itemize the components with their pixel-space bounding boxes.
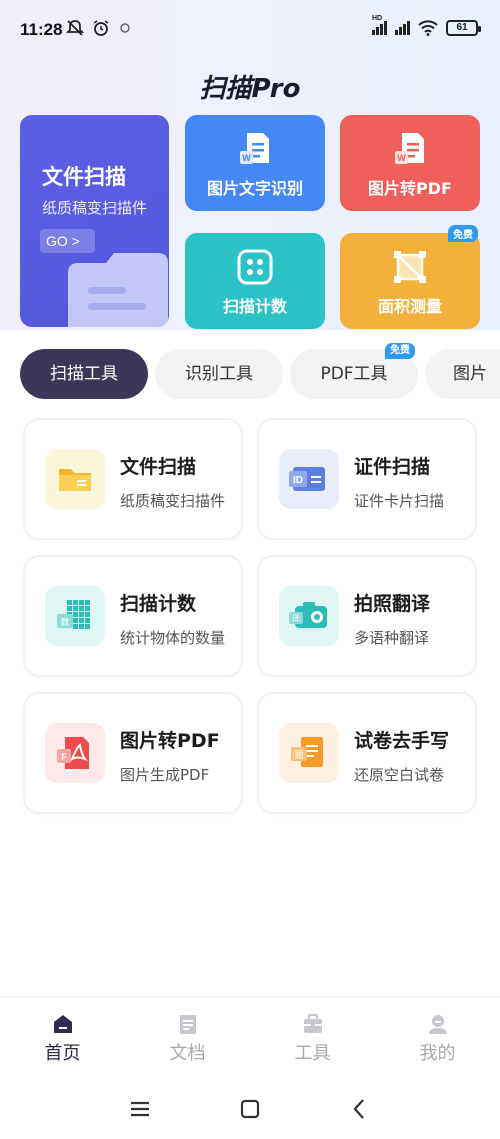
tile-scan-count[interactable]: 扫描计数 bbox=[185, 233, 325, 329]
home-square-icon[interactable] bbox=[237, 1096, 263, 1122]
hero-card-subtitle: 纸质稿变扫描件 bbox=[42, 199, 148, 217]
tool-card-image-to-pdf[interactable]: F 图片转PDF 图片生成PDF bbox=[25, 694, 241, 812]
svg-text:数: 数 bbox=[60, 616, 69, 628]
tab-scan-tools[interactable]: 扫描工具 bbox=[20, 349, 148, 399]
exam-icon: 题 bbox=[279, 723, 339, 783]
hero-card-title: 文件扫描 bbox=[42, 165, 126, 189]
wifi-icon bbox=[418, 20, 438, 36]
nav-label: 工具 bbox=[294, 1043, 331, 1064]
tool-title: 拍照翻译 bbox=[354, 593, 431, 615]
svg-text:题: 题 bbox=[294, 750, 303, 761]
nav-label: 首页 bbox=[44, 1043, 81, 1064]
signal-icon bbox=[395, 21, 410, 35]
tool-subtitle: 统计物体的数量 bbox=[120, 629, 226, 647]
bottom-navigation: 首页 文档 工具 我的 bbox=[0, 996, 500, 1076]
document-icon bbox=[179, 1015, 196, 1034]
tool-subtitle: 纸质稿变扫描件 bbox=[120, 492, 226, 510]
tool-card-id-scan[interactable]: ID 证件扫描 证件卡片扫描 bbox=[259, 420, 475, 538]
tool-card-document-scan[interactable]: 文件扫描 纸质稿变扫描件 bbox=[25, 420, 241, 538]
id-card-icon: ID bbox=[279, 449, 339, 509]
pdf-tab-free-badge: 免费 bbox=[385, 343, 415, 359]
tile-area-measure[interactable]: 免费 面积测量 bbox=[340, 225, 480, 329]
status-notification-icons bbox=[66, 19, 132, 37]
user-icon bbox=[428, 1015, 447, 1034]
nav-item-tools[interactable]: 工具 bbox=[250, 997, 375, 1073]
area-measure-icon bbox=[394, 251, 426, 283]
app-title: 扫描Pro bbox=[199, 74, 301, 104]
back-icon[interactable] bbox=[347, 1096, 373, 1122]
folder-icon bbox=[45, 449, 105, 509]
bell-off-icon bbox=[66, 20, 84, 36]
tab-recognition-tools[interactable]: 识别工具 bbox=[155, 349, 283, 399]
tool-title: 证件扫描 bbox=[354, 456, 431, 478]
status-system-icons: HD 61 bbox=[372, 15, 481, 36]
tool-subtitle: 图片生成PDF bbox=[120, 766, 210, 784]
free-badge: 免费 bbox=[448, 225, 478, 242]
svg-text:W: W bbox=[397, 153, 406, 163]
tool-card-photo-translate[interactable]: 译 拍照翻译 多语种翻译 bbox=[259, 557, 475, 675]
toolbox-icon bbox=[303, 1014, 322, 1033]
alarm-icon bbox=[93, 20, 109, 36]
tool-title: 文件扫描 bbox=[120, 456, 197, 478]
tool-title: 试卷去手写 bbox=[354, 730, 450, 752]
home-icon bbox=[53, 1015, 72, 1033]
scan-frame-icon bbox=[237, 249, 273, 285]
nav-item-profile[interactable]: 我的 bbox=[375, 997, 500, 1073]
tile-label: 图片转PDF bbox=[368, 179, 452, 198]
tool-subtitle: 证件卡片扫描 bbox=[354, 492, 445, 510]
tool-title: 扫描计数 bbox=[120, 593, 197, 615]
tool-subtitle: 还原空白试卷 bbox=[354, 766, 445, 784]
svg-text:译: 译 bbox=[292, 614, 300, 623]
nav-item-home[interactable]: 首页 bbox=[0, 997, 125, 1073]
status-time: 11:28 bbox=[20, 20, 63, 39]
tile-image-ocr[interactable]: W 图片文字识别 bbox=[185, 115, 325, 211]
tile-image-to-pdf[interactable]: W 图片转PDF bbox=[340, 115, 480, 211]
tool-subtitle: 多语种翻译 bbox=[354, 629, 430, 647]
signal-hd-icon: HD bbox=[372, 15, 387, 35]
camera-translate-icon: 译 bbox=[279, 586, 339, 646]
tool-card-exam-cleanup[interactable]: 题 试卷去手写 还原空白试卷 bbox=[259, 694, 475, 812]
status-bar: 11:28 HD 61 bbox=[0, 0, 500, 62]
app-notification-icon bbox=[120, 23, 130, 33]
pdf-document-icon: W bbox=[395, 133, 424, 164]
nav-label: 文档 bbox=[169, 1043, 206, 1064]
folder-illustration-icon bbox=[68, 253, 168, 327]
svg-text:ID: ID bbox=[293, 475, 303, 486]
menu-icon[interactable] bbox=[127, 1096, 153, 1122]
system-navigation-bar bbox=[0, 1080, 500, 1139]
pdf-icon: F bbox=[45, 723, 105, 783]
grid-count-icon: 数 bbox=[45, 586, 105, 646]
battery-icon: 61 bbox=[446, 20, 481, 36]
tile-label: 图片文字识别 bbox=[206, 179, 303, 198]
word-document-icon: W bbox=[240, 133, 269, 164]
nav-label: 我的 bbox=[419, 1043, 456, 1064]
tile-label: 面积测量 bbox=[377, 297, 442, 316]
tool-title: 图片转PDF bbox=[120, 730, 220, 752]
tile-label: 扫描计数 bbox=[222, 297, 287, 316]
tool-card-scan-count[interactable]: 数 扫描计数 统计物体的数量 bbox=[25, 557, 241, 675]
tool-category-tabs: 扫描工具 识别工具 PDF工具 图片 bbox=[20, 349, 500, 399]
hero-card-document-scan[interactable]: 文件扫描 纸质稿变扫描件 GO > bbox=[20, 115, 169, 327]
nav-item-documents[interactable]: 文档 bbox=[125, 997, 250, 1073]
svg-text:W: W bbox=[242, 153, 251, 163]
svg-text:F: F bbox=[61, 752, 67, 762]
tab-image-tools[interactable]: 图片 bbox=[425, 349, 500, 399]
